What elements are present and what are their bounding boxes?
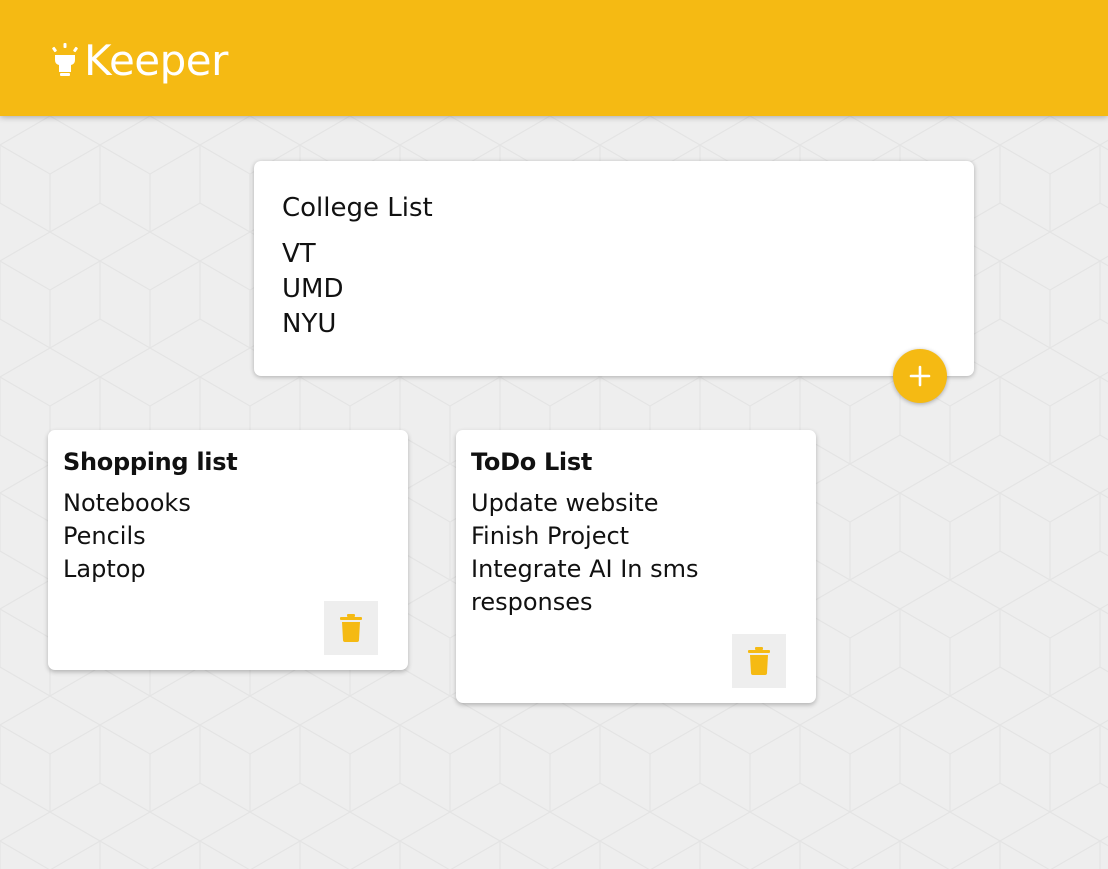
plus-icon [909,365,931,387]
add-note-button[interactable] [893,349,947,403]
note-content-textarea[interactable]: VT UMD NYU [282,237,922,342]
note-content: Notebooks Pencils Laptop [63,487,363,586]
note-title: Shopping list [63,448,238,476]
trash-icon [748,647,770,675]
note-card: Shopping list Notebooks Pencils Laptop [48,430,408,670]
note-content-line: Notebooks [63,489,191,517]
note-content-line: Integrate AI In sms [471,555,699,583]
note-content-line: Pencils [63,522,146,550]
note-content-line: responses [471,588,593,616]
delete-note-button[interactable] [324,601,378,655]
note-card: ToDo List Update website Finish Project … [456,430,816,703]
note-content-line: Laptop [63,555,146,583]
app-title: Keeper [84,36,228,85]
note-title: ToDo List [471,448,593,476]
note-title-input[interactable] [282,191,922,225]
trash-icon [340,614,362,642]
note-content-line: Update website [471,489,659,517]
delete-note-button[interactable] [732,634,786,688]
note-content: Update website Finish Project Integrate … [471,487,771,619]
compose-content-line: VT [282,239,316,269]
compose-content-line: NYU [282,309,337,339]
note-content-line: Finish Project [471,522,630,550]
app-logo: Keeper [52,36,228,86]
lightbulb-icon [52,43,78,76]
compose-note-form: VT UMD NYU [254,161,974,376]
compose-content-line: UMD [282,274,344,304]
app-header: Keeper [0,0,1108,116]
